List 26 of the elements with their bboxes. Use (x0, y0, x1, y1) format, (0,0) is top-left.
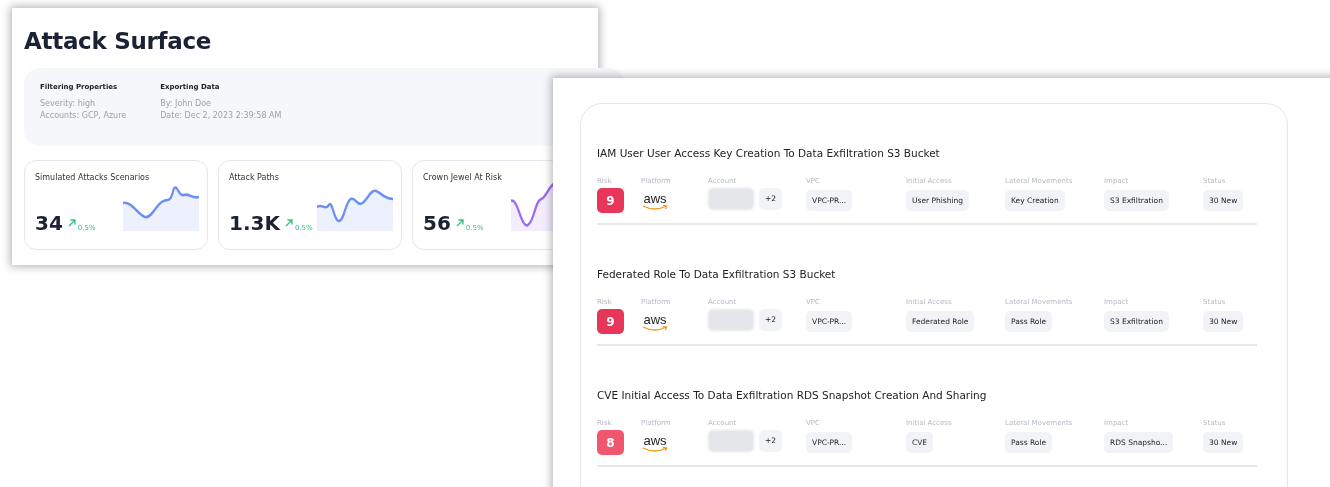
page-title: Attack Surface (24, 28, 213, 54)
redacted-account (708, 309, 754, 331)
stat-value: 1.3K (229, 211, 280, 235)
stat-label: Crown Jewel At Risk (423, 173, 503, 182)
property-text: Date: Dec 2, 2023 2:39:58 AM (160, 110, 282, 122)
trend-up-icon (67, 219, 76, 227)
trend-up-icon (284, 219, 293, 227)
risk-badge: 9 (597, 188, 624, 213)
property-text: By: John Doe (160, 98, 212, 110)
aws-logo: aws (641, 435, 669, 453)
redacted-account (708, 430, 754, 452)
stat-value: 34 (35, 211, 63, 235)
aws-logo: aws (641, 314, 669, 332)
risk-badge: 9 (597, 309, 624, 334)
property-text: Severity: high (40, 98, 97, 110)
stat-label: Attack Paths (229, 173, 280, 182)
aws-logo: aws (641, 193, 669, 211)
scenario-title[interactable]: CVE Initial Access To Data Exfiltration RDS Snapshot Creation And Sharing (597, 389, 1257, 401)
scenario-title[interactable]: IAM User User Access Key Creation To Data Exfiltration S3 Bucket (597, 147, 1257, 159)
stat-value: 56 (423, 211, 451, 235)
scenario-title[interactable]: Federated Role To Data Exfiltration S3 Bucket (597, 268, 1257, 280)
redacted-account (708, 188, 754, 210)
stat-label: Simulated Attacks Scenarios (35, 173, 151, 182)
risk-badge: 8 (597, 430, 624, 455)
trend-up-icon (455, 219, 464, 227)
property-text: Accounts: GCP, Azure (40, 110, 127, 122)
